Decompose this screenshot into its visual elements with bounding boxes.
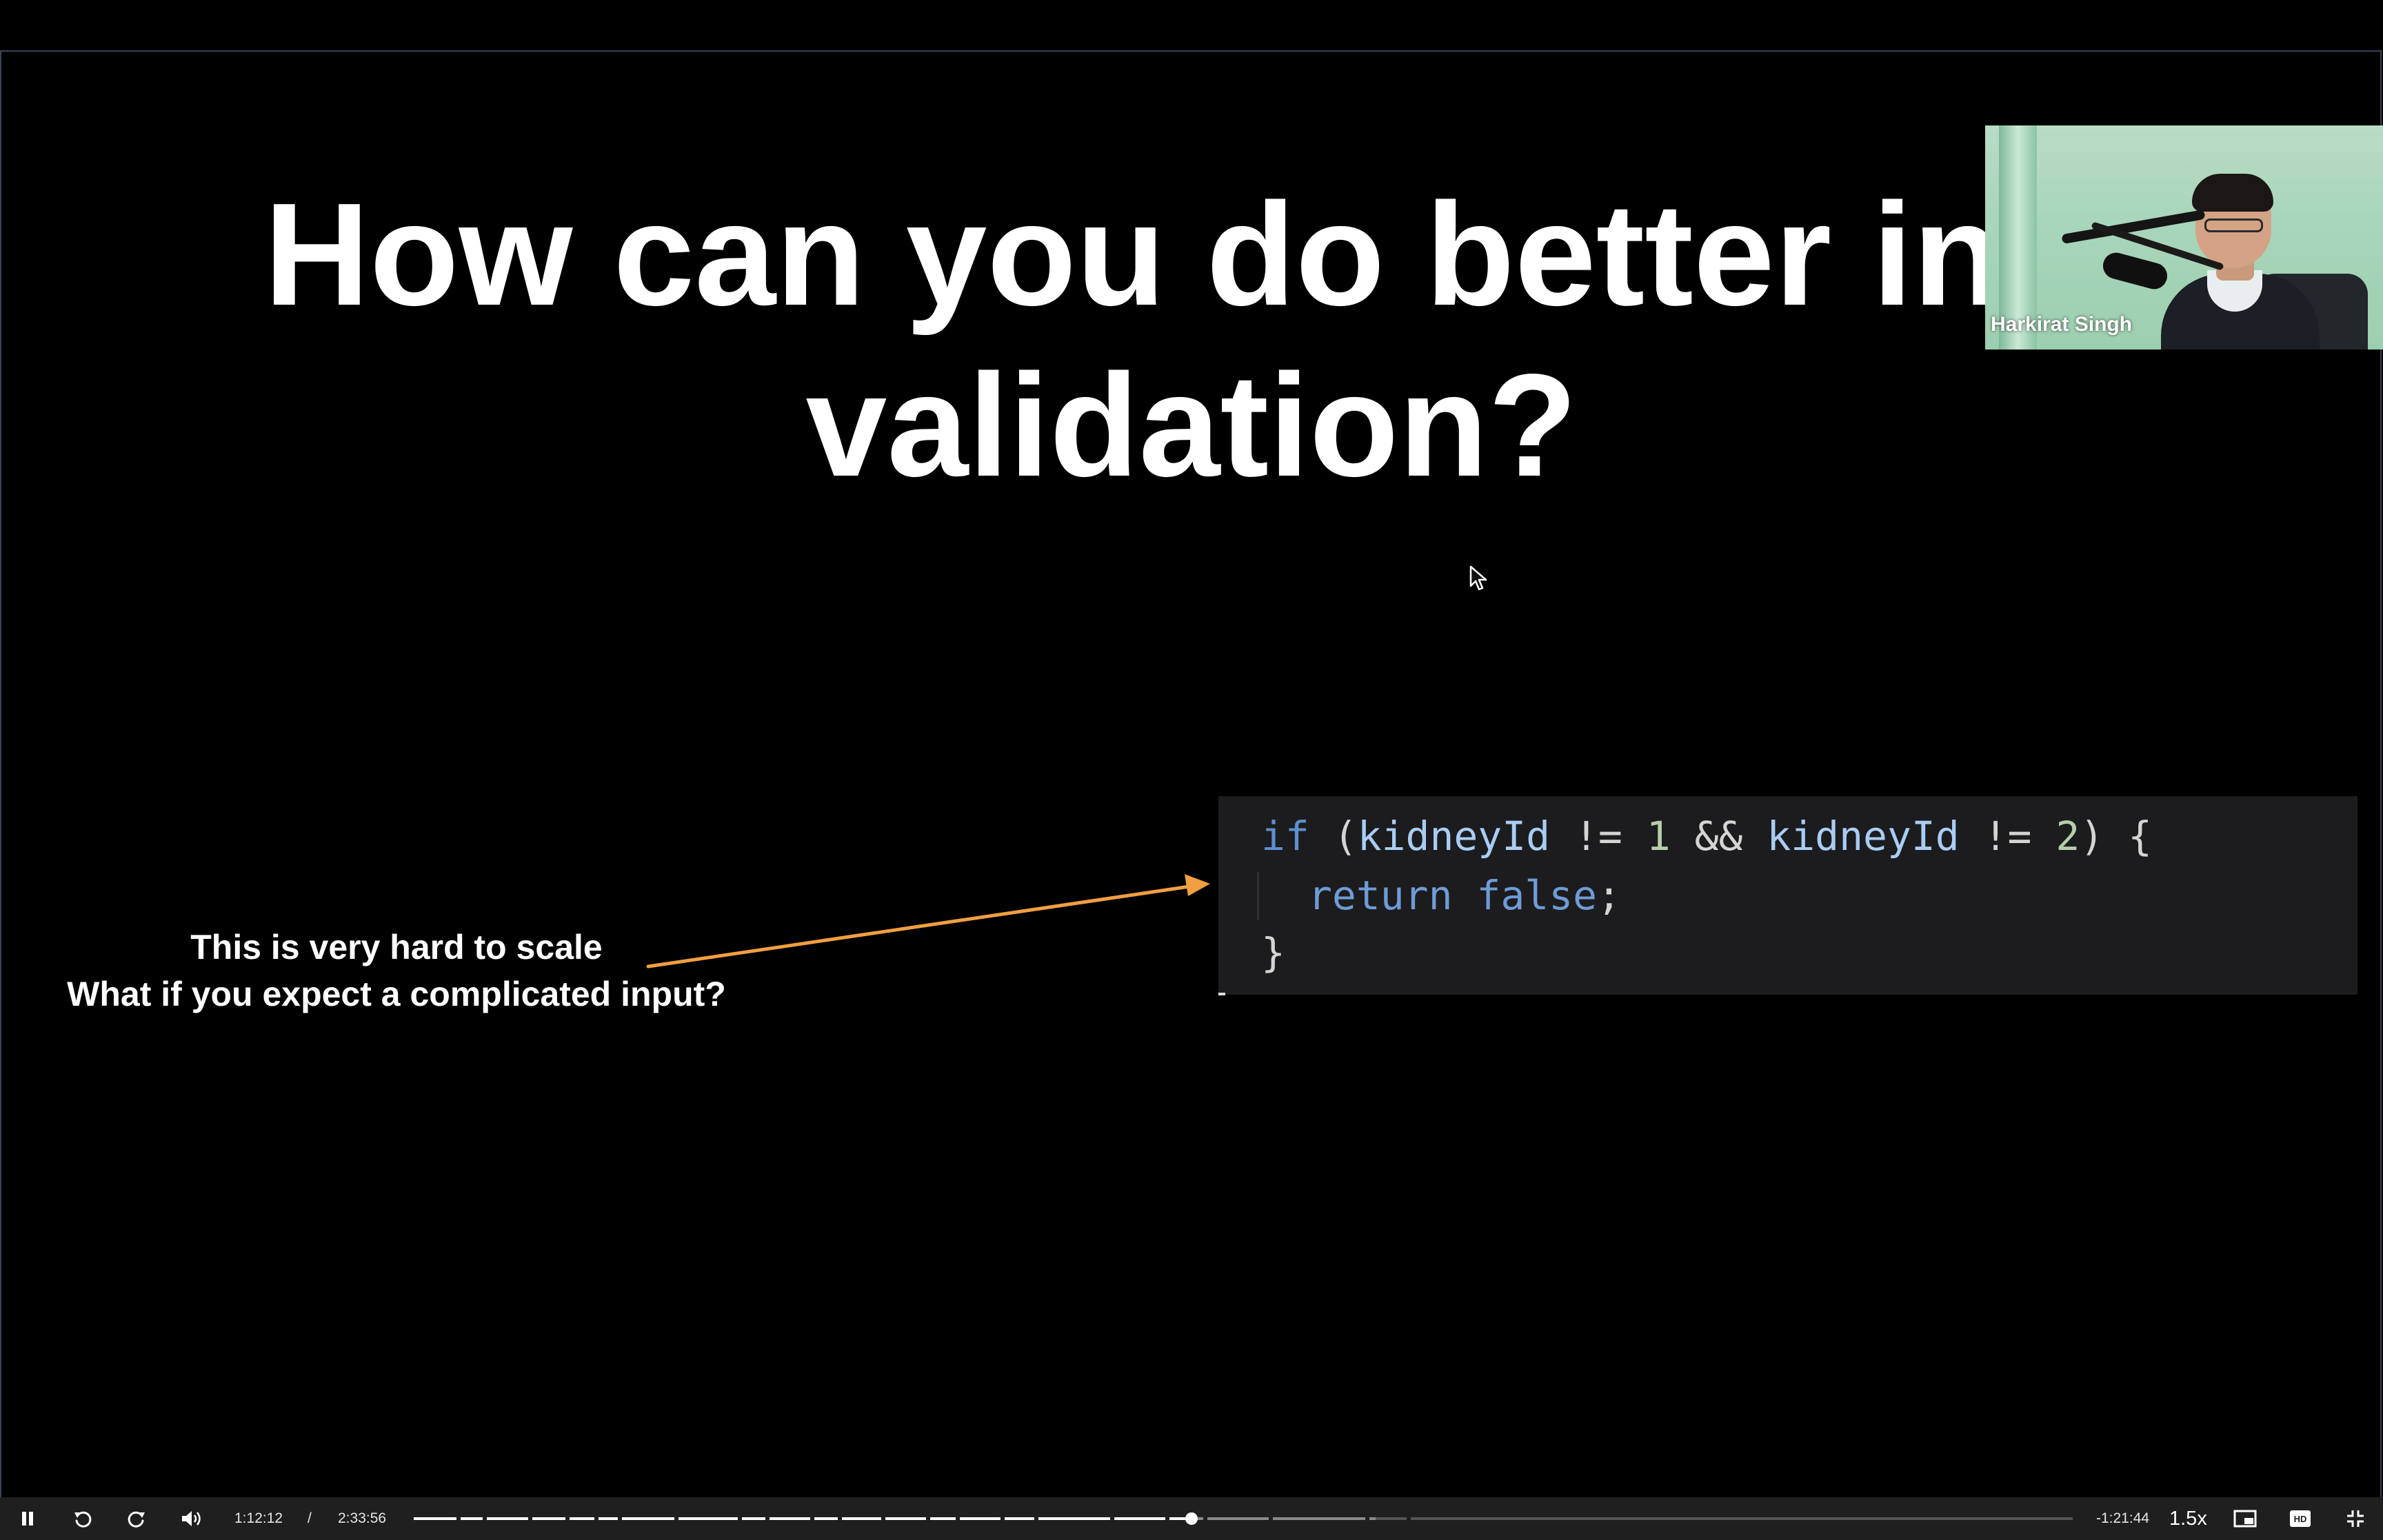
code-line-3: } [1261,929,1285,976]
playback-speed-button[interactable]: 1.5x [2169,1497,2207,1540]
code-text: ) { [2080,813,2153,860]
code-identifier: kidneyId [1357,813,1551,860]
code-keyword-return: return [1308,872,1453,919]
volume-button[interactable] [175,1497,208,1540]
code-operator: != [1959,813,2056,860]
exit-fullscreen-icon [2347,1510,2364,1527]
chapter-marker [1365,1517,1369,1520]
chapter-marker [618,1517,622,1520]
code-number: 2 [2055,813,2080,860]
player-controls-bar: 1:12:12 / 2:33:56 -1:21:44 1.5x HD [0,1497,2383,1540]
webcam-person-hair [2192,174,2273,212]
progress-bar[interactable] [414,1512,2073,1525]
annotation-line-1: This is very hard to scale [190,928,603,966]
hd-quality-button[interactable]: HD [2284,1497,2317,1540]
current-time: 1:12:12 [234,1510,283,1526]
pause-icon [22,1512,33,1526]
rewind-icon [74,1511,92,1528]
video-player[interactable]: How can you do better inp validation? Ha… [0,0,2383,1540]
chapter-marker [528,1517,532,1520]
chapter-marker [1110,1517,1114,1520]
hd-icon: HD [2290,1510,2311,1527]
code-keyword-false: false [1476,872,1598,919]
code-keyword-if: if [1261,813,1309,860]
code-operator: && [1670,813,1767,860]
chapter-marker [838,1517,842,1520]
volume-icon [182,1511,201,1526]
code-number: 1 [1646,813,1671,860]
total-duration: 2:33:56 [338,1510,387,1526]
chapter-marker [1165,1517,1169,1520]
code-line-2: return false; [1308,872,1621,919]
slide-annotation: This is very hard to scale What if you e… [14,924,779,1017]
chapter-marker [1034,1517,1038,1520]
remaining-time: -1:21:44 [2096,1510,2150,1526]
chapter-marker [594,1517,599,1520]
picture-in-picture-icon [2233,1510,2257,1528]
chapter-marker [565,1517,570,1520]
picture-in-picture-button[interactable] [2229,1497,2262,1540]
play-pause-button[interactable] [12,1497,43,1540]
participant-name: Harkirat Singh [1991,313,2133,336]
webcam-person-glasses [2204,219,2263,232]
chapter-marker [1407,1517,1411,1520]
forward-button[interactable] [120,1497,153,1540]
rewind-button[interactable] [66,1497,99,1540]
code-identifier: kidneyId [1767,813,1960,860]
webcam-overlay: Harkirat Singh [1985,125,2383,349]
time-separator: / [308,1510,312,1526]
code-snippet: if (kidneyId != 1 && kidneyId != 2) { re… [1218,796,2357,995]
chapter-marker [674,1517,678,1520]
annotation-line-2: What if you expect a complicated input? [67,975,726,1013]
chapter-marker [810,1517,814,1520]
code-text: ( [1309,813,1358,860]
chapter-marker [456,1517,461,1520]
code-text: ; [1597,872,1621,919]
chapter-marker [926,1517,930,1520]
progress-handle[interactable] [1185,1512,1198,1525]
chapter-marker [483,1517,487,1520]
code-indent-guide [1257,872,1259,920]
chapter-marker [765,1517,770,1520]
code-operator: != [1550,813,1647,860]
forward-icon [128,1511,145,1528]
exit-fullscreen-button[interactable] [2339,1497,2372,1540]
chapter-marker [956,1517,960,1520]
svg-text:HD: HD [2294,1514,2307,1524]
chapter-marker [1269,1517,1273,1520]
chapter-marker [881,1517,885,1520]
code-caret [1218,993,1225,995]
code-line-1: if (kidneyId != 1 && kidneyId != 2) { [1261,813,2152,860]
chapter-marker [738,1517,742,1520]
chapter-marker [1001,1517,1005,1520]
chapter-marker [1203,1517,1207,1520]
mouse-cursor-icon [1469,565,1487,591]
slide-title-line-2: validation? [805,343,1578,507]
webcam-microphone [2100,250,2171,292]
